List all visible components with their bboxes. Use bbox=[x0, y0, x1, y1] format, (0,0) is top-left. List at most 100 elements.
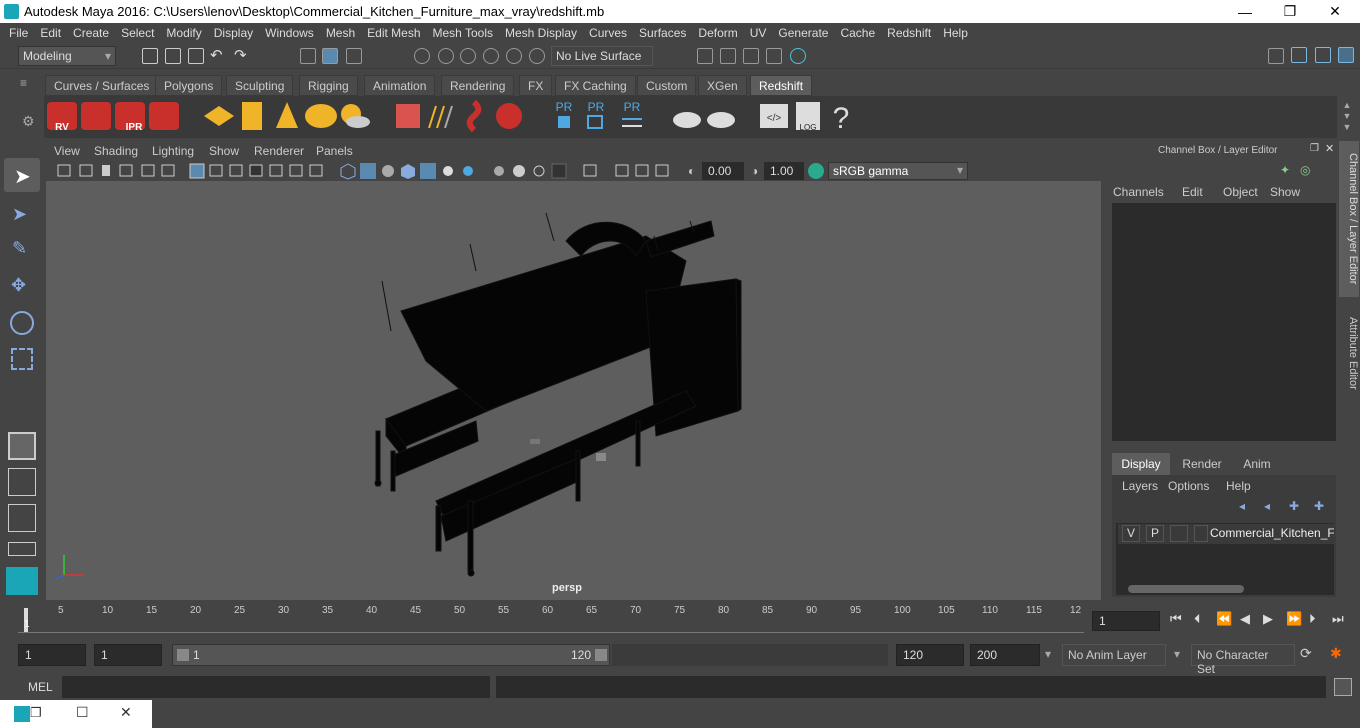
menu-redshift[interactable]: Redshift bbox=[887, 26, 931, 40]
tab-xgen[interactable]: XGen bbox=[698, 75, 747, 96]
play-backward-icon[interactable]: ◀ bbox=[1240, 611, 1250, 627]
rs-volume-icon[interactable] bbox=[466, 99, 482, 133]
select-camera-icon[interactable] bbox=[57, 164, 71, 177]
anim-layer-dropdown[interactable]: No Anim Layer bbox=[1062, 644, 1166, 666]
layer-playback-toggle[interactable]: P bbox=[1146, 525, 1164, 542]
animation-preferences-icon[interactable]: ✱ bbox=[1330, 645, 1342, 662]
field-chart-icon[interactable] bbox=[269, 164, 283, 177]
panel-menu-panels[interactable]: Panels bbox=[316, 144, 353, 158]
step-back-frame-icon[interactable]: ⏪ bbox=[1216, 611, 1232, 627]
playback-end-field[interactable]: 120 bbox=[896, 644, 964, 666]
rs-pr-export-icon[interactable]: PR bbox=[587, 100, 605, 129]
rs-script-editor-icon[interactable]: </> bbox=[760, 104, 788, 128]
panel-menu-lighting[interactable]: Lighting bbox=[152, 144, 194, 158]
close-button[interactable]: ✕ bbox=[120, 704, 132, 721]
rs-ipr-icon[interactable]: IPR bbox=[115, 102, 145, 133]
playback-start-field[interactable]: 1 bbox=[94, 644, 162, 666]
layout-options-icon[interactable] bbox=[8, 542, 36, 556]
panel-menu-shading[interactable]: Shading bbox=[94, 144, 138, 158]
character-set-dropdown[interactable]: No Character Set bbox=[1191, 644, 1295, 676]
hypershade-icon[interactable] bbox=[790, 48, 806, 64]
snap-to-point-icon[interactable] bbox=[460, 48, 476, 64]
shelf-scroll-arrows[interactable]: ▲ ▼ ▼ bbox=[1340, 100, 1354, 134]
four-view-layout-icon[interactable] bbox=[8, 468, 36, 496]
layer-list-scrollbar[interactable] bbox=[1116, 583, 1334, 595]
paint-select-tool-icon[interactable]: ✎ bbox=[12, 238, 27, 259]
grease-pencil-icon[interactable] bbox=[161, 164, 175, 177]
menu-uv[interactable]: UV bbox=[750, 26, 767, 40]
snap-to-surface-icon[interactable] bbox=[506, 48, 522, 64]
new-scene-icon[interactable] bbox=[142, 48, 158, 64]
show-channel-box-icon[interactable] bbox=[1338, 47, 1354, 63]
tab-fx[interactable]: FX bbox=[519, 75, 553, 96]
time-ruler[interactable]: 1 5 10 15 20 25 30 35 40 45 50 55 60 65 … bbox=[18, 603, 1084, 633]
rs-batch-render-icon[interactable] bbox=[81, 102, 111, 130]
current-frame-field[interactable]: 1 bbox=[1092, 611, 1160, 631]
snap-to-view-plane-icon[interactable] bbox=[483, 48, 499, 64]
select-by-component-icon[interactable] bbox=[346, 48, 362, 64]
isolate-select-icon[interactable] bbox=[551, 163, 567, 179]
menu-select[interactable]: Select bbox=[121, 26, 154, 40]
tab-rigging[interactable]: Rigging bbox=[299, 75, 358, 96]
rs-pr-mesh-icon[interactable]: PR bbox=[556, 100, 573, 128]
go-to-end-icon[interactable]: ⏭ bbox=[1332, 611, 1344, 627]
scene-start-field[interactable]: 1 bbox=[18, 644, 86, 666]
single-perspective-layout-icon[interactable] bbox=[8, 432, 36, 460]
new-layer-selected-icon[interactable]: ✚ bbox=[1314, 499, 1324, 513]
channels-menu[interactable]: Channels bbox=[1113, 185, 1164, 199]
scale-tool-icon[interactable] bbox=[11, 348, 33, 370]
step-forward-key-icon[interactable]: ⏵ bbox=[1309, 611, 1316, 627]
resolution-gate-icon[interactable] bbox=[229, 164, 243, 177]
range-slider[interactable]: 1 120 bbox=[172, 644, 610, 666]
show-menu[interactable]: Show bbox=[1270, 185, 1300, 199]
use-all-lights-icon[interactable] bbox=[420, 163, 436, 179]
rs-render-view-icon[interactable]: RV bbox=[47, 102, 77, 133]
rs-area-light-icon[interactable] bbox=[204, 106, 234, 126]
rs-hair-icon[interactable] bbox=[428, 105, 453, 129]
open-scene-icon[interactable] bbox=[165, 48, 181, 64]
wireframe-on-shaded-icon[interactable] bbox=[382, 165, 394, 177]
image-plane-icon[interactable] bbox=[119, 164, 133, 177]
select-by-hierarchy-icon[interactable] bbox=[300, 48, 316, 64]
2d-pan-zoom-icon[interactable] bbox=[141, 164, 155, 177]
help-icon[interactable]: ? bbox=[833, 102, 850, 135]
tab-animation[interactable]: Animation bbox=[364, 75, 436, 96]
step-forward-frame-icon[interactable]: ⏩ bbox=[1286, 611, 1302, 627]
range-end-handle[interactable] bbox=[595, 649, 607, 661]
new-empty-layer-icon[interactable]: ✚ bbox=[1289, 499, 1299, 513]
rs-spot-light-icon[interactable] bbox=[276, 102, 298, 128]
chevron-down-icon[interactable]: ▾ bbox=[1045, 647, 1051, 661]
render-current-frame-icon[interactable] bbox=[720, 48, 736, 64]
menu-mesh-display[interactable]: Mesh Display bbox=[505, 26, 577, 40]
edit-menu[interactable]: Edit bbox=[1182, 185, 1203, 199]
tab-channel-box[interactable]: Channel Box / Layer Editor bbox=[1339, 141, 1359, 297]
exposure-field[interactable]: 0.00 bbox=[702, 162, 744, 180]
layer-display-type[interactable] bbox=[1170, 525, 1188, 542]
snap-together-icon[interactable] bbox=[529, 48, 545, 64]
rotate-tool-icon[interactable] bbox=[10, 311, 34, 335]
redo-icon[interactable]: ↷ bbox=[234, 46, 247, 64]
object-menu[interactable]: Object bbox=[1223, 185, 1258, 199]
auto-key-icon[interactable]: ⟳ bbox=[1300, 645, 1312, 662]
maximize-button[interactable]: ❐ bbox=[1267, 0, 1313, 23]
menu-edit-mesh[interactable]: Edit Mesh bbox=[367, 26, 420, 40]
time-slider[interactable]: 1 5 10 15 20 25 30 35 40 45 50 55 60 65 … bbox=[0, 603, 1360, 637]
outliner-layout-icon[interactable] bbox=[8, 504, 36, 532]
panel-menu-view[interactable]: View bbox=[54, 144, 80, 158]
channel-box-tool-icon[interactable]: ✦ bbox=[1280, 163, 1290, 177]
ipr-render-icon[interactable] bbox=[743, 48, 759, 64]
xray-active-icon[interactable] bbox=[615, 164, 629, 177]
menu-create[interactable]: Create bbox=[73, 26, 109, 40]
layers-menu[interactable]: Layers bbox=[1122, 479, 1158, 493]
menu-windows[interactable]: Windows bbox=[265, 26, 314, 40]
multisample-aa-icon[interactable] bbox=[513, 165, 525, 177]
mode-dropdown[interactable]: Modeling ▾ bbox=[18, 46, 116, 66]
float-panel-icon[interactable]: ❐ bbox=[1310, 143, 1319, 154]
play-forward-icon[interactable]: ▶ bbox=[1263, 611, 1273, 627]
menu-cache[interactable]: Cache bbox=[840, 26, 875, 40]
panel-menu-show[interactable]: Show bbox=[209, 144, 239, 158]
menu-mesh[interactable]: Mesh bbox=[326, 26, 355, 40]
layer-tab-display[interactable]: Display bbox=[1112, 453, 1170, 475]
menu-generate[interactable]: Generate bbox=[778, 26, 828, 40]
film-gate-icon[interactable] bbox=[209, 164, 223, 177]
